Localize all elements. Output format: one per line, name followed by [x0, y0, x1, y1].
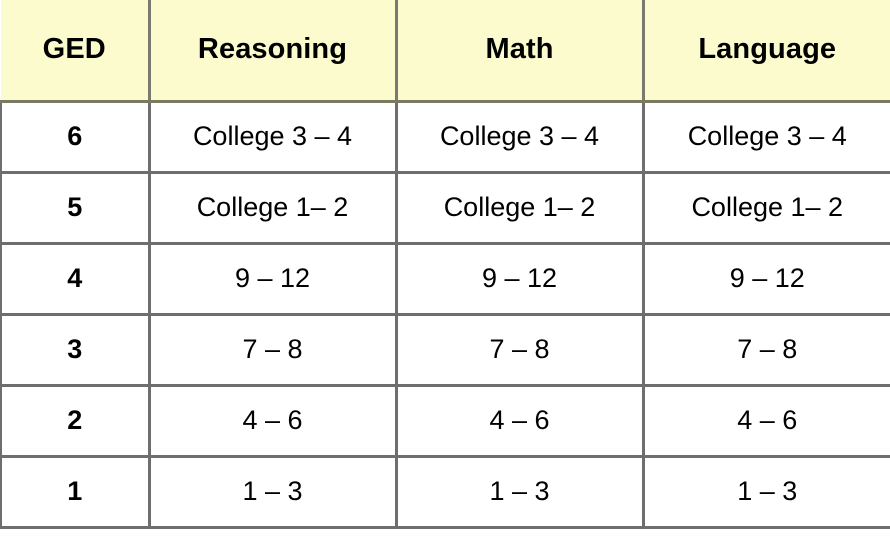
cell-ged-level: 4 — [0, 243, 151, 316]
table-row: 3 7 – 8 7 – 8 7 – 8 — [0, 314, 890, 387]
column-header-language: Language — [643, 0, 890, 103]
table-body: 6 College 3 – 4 College 3 – 4 College 3 … — [0, 101, 890, 529]
table-header: GED Reasoning Math Language — [1, 0, 890, 103]
cell-ged-level: 3 — [0, 314, 151, 387]
cell-ged-level: 6 — [0, 101, 151, 174]
cell-math-value: College 1– 2 — [396, 172, 645, 245]
cell-language-value: 9 – 12 — [643, 243, 890, 316]
table-row: 6 College 3 – 4 College 3 – 4 College 3 … — [0, 101, 890, 174]
cell-language-value: 7 – 8 — [643, 314, 890, 387]
table-row: 5 College 1– 2 College 1– 2 College 1– 2 — [0, 172, 890, 245]
cell-reasoning-value: College 3 – 4 — [149, 101, 398, 174]
cell-reasoning-value: 7 – 8 — [149, 314, 398, 387]
cell-math-value: 9 – 12 — [396, 243, 645, 316]
cell-language-value: 1 – 3 — [643, 456, 890, 529]
cell-language-value: College 1– 2 — [643, 172, 890, 245]
cell-reasoning-value: 1 – 3 — [149, 456, 398, 529]
ged-level-table-container: GED Reasoning Math Language 6 College 3 … — [0, 0, 890, 543]
column-header-ged: GED — [1, 0, 151, 103]
cell-ged-level: 2 — [0, 385, 151, 458]
cell-math-value: College 3 – 4 — [396, 101, 645, 174]
cell-math-value: 1 – 3 — [396, 456, 645, 529]
ged-equivalency-table: GED Reasoning Math Language 6 College 3 … — [0, 0, 890, 529]
cell-language-value: 4 – 6 — [643, 385, 890, 458]
cell-reasoning-value: 9 – 12 — [149, 243, 398, 316]
cell-reasoning-value: College 1– 2 — [149, 172, 398, 245]
header-row: GED Reasoning Math Language — [1, 0, 890, 103]
cell-reasoning-value: 4 – 6 — [149, 385, 398, 458]
cell-ged-level: 1 — [0, 456, 151, 529]
cell-ged-level: 5 — [0, 172, 151, 245]
table-row: 2 4 – 6 4 – 6 4 – 6 — [0, 385, 890, 458]
table-row: 1 1 – 3 1 – 3 1 – 3 — [0, 456, 890, 529]
cell-math-value: 4 – 6 — [396, 385, 645, 458]
column-header-math: Math — [396, 0, 645, 103]
column-header-reasoning: Reasoning — [149, 0, 398, 103]
cell-language-value: College 3 – 4 — [643, 101, 890, 174]
cell-math-value: 7 – 8 — [396, 314, 645, 387]
table-row: 4 9 – 12 9 – 12 9 – 12 — [0, 243, 890, 316]
